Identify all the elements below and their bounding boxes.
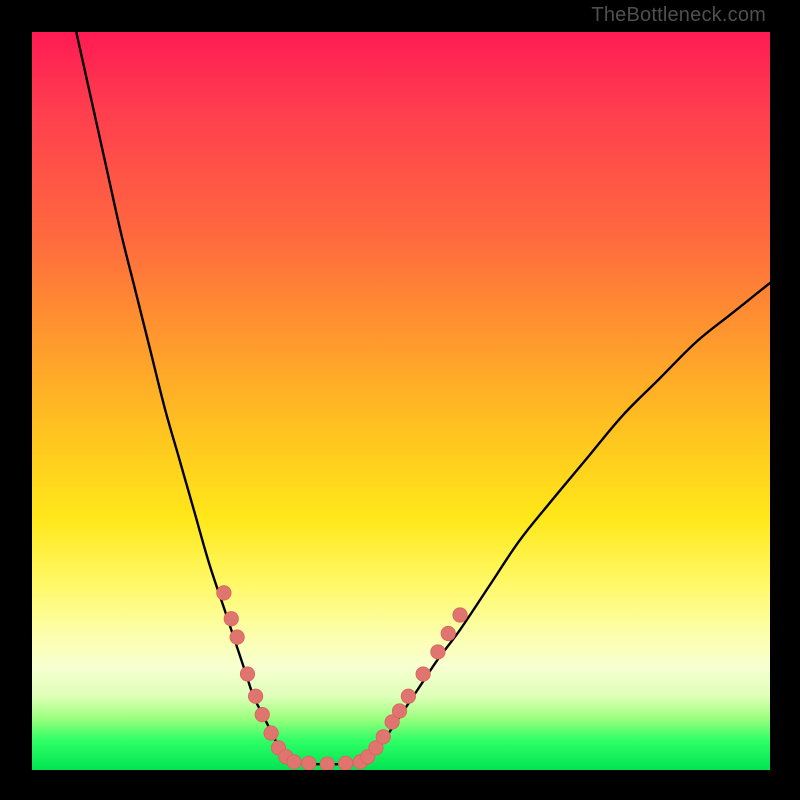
curve-marker <box>287 755 301 769</box>
curve-markers <box>217 586 468 770</box>
curve-marker <box>453 608 467 622</box>
chart-svg <box>32 32 770 770</box>
curve-marker <box>217 586 231 600</box>
bottleneck-curve <box>76 32 770 764</box>
curve-marker <box>441 626 455 640</box>
curve-marker <box>416 667 430 681</box>
curve-marker <box>376 730 390 744</box>
watermark-text: TheBottleneck.com <box>591 4 766 27</box>
plot-area <box>32 32 770 770</box>
curve-marker <box>230 630 244 644</box>
curve-marker <box>338 756 352 770</box>
curve-marker <box>224 612 238 626</box>
curve-marker <box>401 689 415 703</box>
curve-marker <box>248 689 262 703</box>
curve-marker <box>302 756 316 770</box>
curve-marker <box>240 667 254 681</box>
curve-marker <box>320 757 334 770</box>
curve-marker <box>431 645 445 659</box>
curve-marker <box>255 707 269 721</box>
curve-marker <box>264 726 278 740</box>
chart-frame: TheBottleneck.com <box>0 0 800 800</box>
curve-marker <box>392 704 406 718</box>
